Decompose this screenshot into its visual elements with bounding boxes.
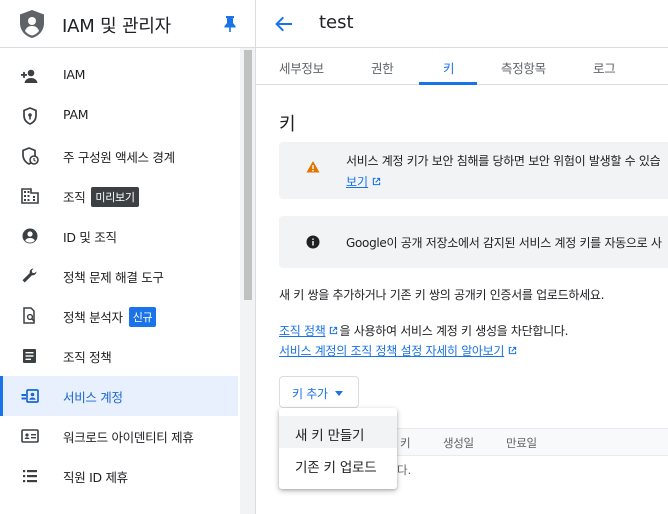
tab-bar: 세부정보 권한 키 측정항목 로그 <box>256 48 668 85</box>
sidebar-item-label: PAM <box>63 107 89 122</box>
sidebar-title: IAM 및 관리자 <box>62 16 172 37</box>
sidebar-nav: IAM PAM 주 구성원 액세스 경계 조직 미리보기 ID 및 조직 정책 … <box>0 56 238 496</box>
sidebar: IAM 및 관리자 IAM PAM 주 구성원 액세스 경계 조직 미리보기 I… <box>0 0 256 514</box>
sidebar-item-identity-and-organization[interactable]: ID 및 조직 <box>0 216 238 256</box>
add-key-button[interactable]: 키 추가 <box>279 376 359 408</box>
tab-details[interactable]: 세부정보 <box>279 58 324 77</box>
sidebar-scrollbar-thumb[interactable] <box>244 50 252 300</box>
org-policy-text: 조직 정책 을 사용하여 서비스 계정 키 생성을 차단합니다. <box>279 324 569 338</box>
service-account-icon <box>21 389 39 403</box>
warning-banner: 서비스 계정 키가 보안 침해를 당하면 보안 위험이 발생할 수 있습 보기 <box>279 142 668 199</box>
column-header-expires: 만료일 <box>506 436 537 450</box>
sidebar-item-principal-access-boundary[interactable]: 주 구성원 액세스 경계 <box>0 136 238 176</box>
org-policy-learn-more-link[interactable]: 서비스 계정의 조직 정책 설정 자세히 알아보기 <box>279 344 518 358</box>
building-icon <box>21 188 39 204</box>
menu-item-create-new-key[interactable]: 새 키 만들기 <box>279 416 397 448</box>
empty-table-text: 다. <box>397 463 412 477</box>
iam-shield-logo-icon <box>20 10 44 38</box>
sidebar-item-org-policies[interactable]: 조직 정책 <box>0 336 238 376</box>
document-search-icon <box>23 307 36 324</box>
add-key-menu: 새 키 만들기 기존 키 업로드 <box>279 408 397 489</box>
external-link-icon <box>372 177 381 186</box>
account-circle-icon <box>22 228 38 244</box>
sidebar-item-label: 워크로드 아이덴티티 제휴 <box>63 430 194 445</box>
shield-clock-icon <box>22 147 39 165</box>
column-header-key: 키 <box>400 436 411 450</box>
main-content: test 세부정보 권한 키 측정항목 로그 키 서비스 계정 키가 보안 침해… <box>256 0 668 514</box>
tab-logs[interactable]: 로그 <box>593 58 616 77</box>
sidebar-item-label: 서비스 계정 <box>63 390 123 405</box>
new-badge: 신규 <box>128 307 157 327</box>
wrench-icon <box>22 268 37 283</box>
tab-keys[interactable]: 키 <box>443 58 455 77</box>
org-policy-link[interactable]: 조직 정책 <box>279 324 339 338</box>
caret-down-icon <box>335 391 343 396</box>
sidebar-item-iam[interactable]: IAM <box>0 56 238 96</box>
keys-description: 새 키 쌍을 추가하거나 기존 키 쌍의 공개키 인증서를 업로드하세요. <box>279 288 605 302</box>
back-arrow-icon[interactable] <box>274 15 294 33</box>
list-icon <box>23 470 37 483</box>
active-tab-indicator <box>419 82 477 85</box>
sidebar-item-policy-analyzer[interactable]: 정책 분석자 신규 <box>0 296 238 336</box>
tab-permissions[interactable]: 권한 <box>371 58 394 77</box>
sidebar-item-label: 직원 ID 제휴 <box>63 470 128 485</box>
info-banner: Google이 공개 저장소에서 감지된 서비스 계정 키를 자동으로 사 <box>279 216 668 268</box>
column-header-created: 생성일 <box>443 436 474 450</box>
sidebar-header: IAM 및 관리자 <box>0 0 255 48</box>
sidebar-item-label: 정책 문제 해결 도구 <box>63 270 164 285</box>
sidebar-item-label: 정책 분석자 신규 <box>63 307 157 328</box>
warning-icon <box>306 161 320 173</box>
warning-text: 서비스 계정 키가 보안 침해를 당하면 보안 위험이 발생할 수 있습 <box>346 154 661 168</box>
menu-item-label: 기존 키 업로드 <box>295 460 377 476</box>
sidebar-item-organization[interactable]: 조직 미리보기 <box>0 176 238 216</box>
info-icon <box>306 235 320 249</box>
external-link-icon <box>330 326 338 335</box>
page-header: test <box>256 0 668 48</box>
sidebar-item-label: IAM <box>63 67 86 82</box>
tab-metrics[interactable]: 측정항목 <box>501 58 546 77</box>
sidebar-item-service-accounts[interactable]: 서비스 계정 <box>0 376 238 416</box>
sidebar-item-policy-troubleshooter[interactable]: 정책 문제 해결 도구 <box>0 256 238 296</box>
info-text: Google이 공개 저장소에서 감지된 서비스 계정 키를 자동으로 사 <box>346 236 662 250</box>
sidebar-item-pam[interactable]: PAM <box>0 96 238 136</box>
sidebar-item-label: 주 구성원 액세스 경계 <box>63 150 175 165</box>
person-add-icon <box>21 69 38 83</box>
menu-item-label: 새 키 만들기 <box>295 428 365 444</box>
warning-learn-more-link[interactable]: 보기 <box>346 173 382 190</box>
sidebar-item-workload-identity-federation[interactable]: 워크로드 아이덴티티 제휴 <box>0 416 238 456</box>
preview-badge: 미리보기 <box>91 187 139 207</box>
external-link-icon <box>508 346 517 355</box>
sidebar-item-label: 조직 미리보기 <box>63 187 139 208</box>
sidebar-item-label: ID 및 조직 <box>63 230 117 245</box>
id-card-icon <box>21 429 39 443</box>
shield-check-icon <box>23 107 37 125</box>
page-title: test <box>319 12 354 33</box>
pin-icon[interactable] <box>222 15 238 33</box>
sidebar-item-label: 조직 정책 <box>63 350 112 365</box>
menu-item-upload-existing-key[interactable]: 기존 키 업로드 <box>279 448 397 480</box>
section-title: 키 <box>279 114 296 135</box>
sidebar-item-workforce-identity-federation[interactable]: 직원 ID 제휴 <box>0 456 238 496</box>
list-doc-icon <box>23 349 36 363</box>
org-policy-learn-more: 서비스 계정의 조직 정책 설정 자세히 알아보기 <box>279 342 518 359</box>
add-key-label: 키 추가 <box>292 387 328 401</box>
